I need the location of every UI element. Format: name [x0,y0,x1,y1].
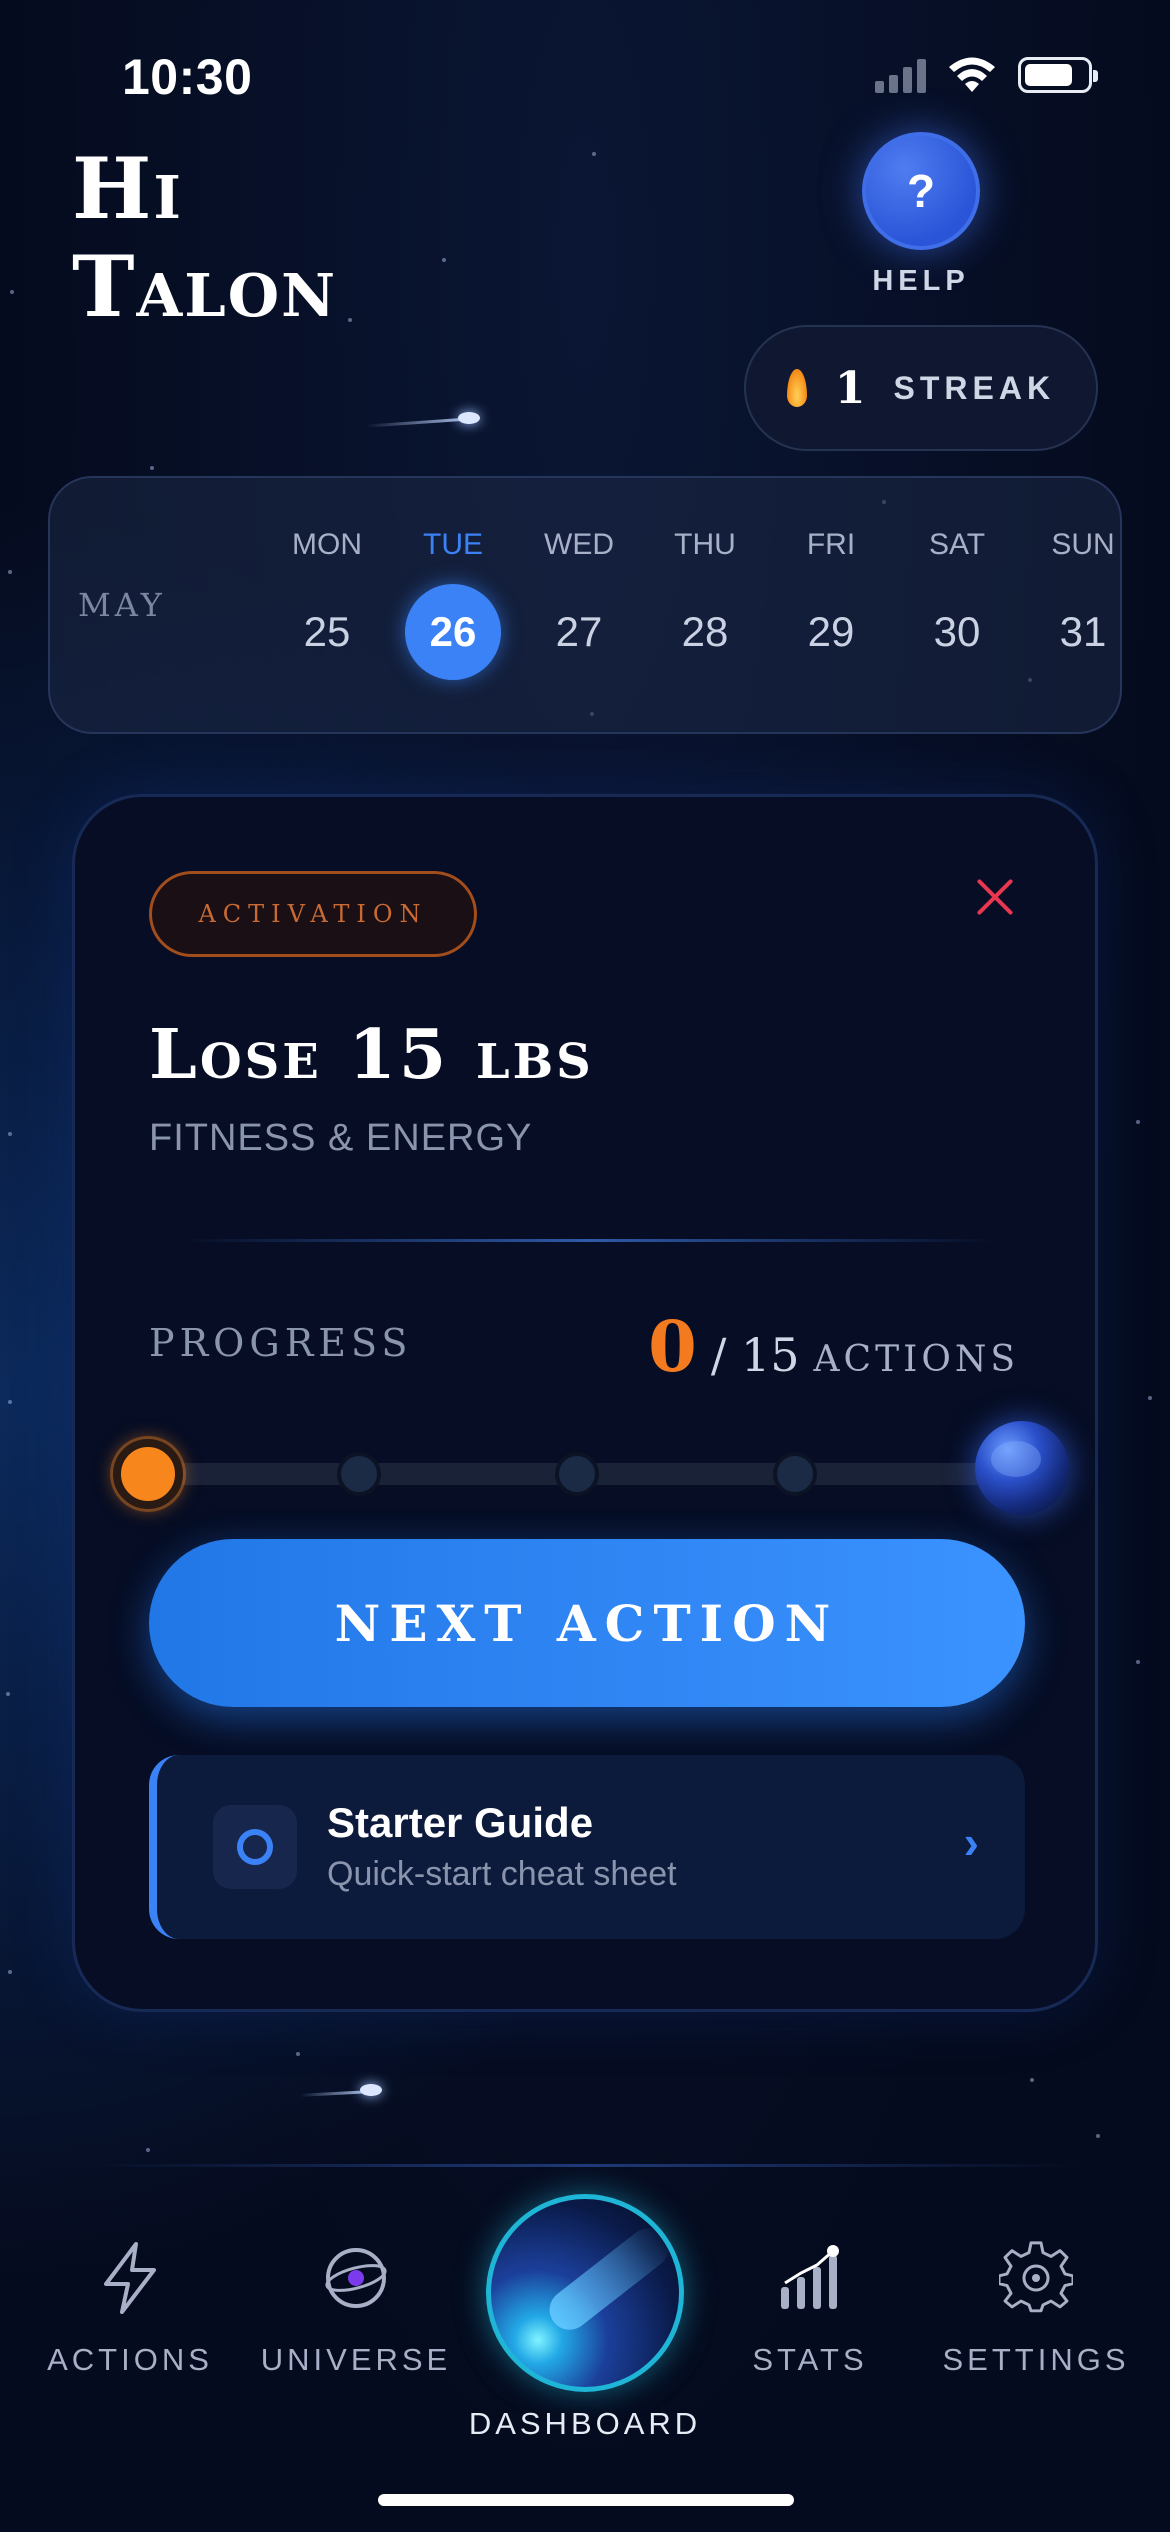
tab-label: ACTIONS [47,2342,213,2377]
starter-guide-card[interactable]: Starter Guide Quick-start cheat sheet › [149,1755,1025,1939]
goal-category: FITNESS & ENERGY [149,1117,533,1159]
help-label: HELP [872,265,970,297]
streak-count: 1 [834,362,866,414]
home-indicator[interactable] [378,2494,794,2506]
tab-universe[interactable]: UNIVERSE [246,2238,466,2378]
day-number: 31 [1059,608,1107,655]
day-number: 27 [555,608,603,655]
day-of-week: SAT [928,528,986,561]
tab-label: SETTINGS [942,2342,1130,2377]
day-of-week: TUE [423,528,483,561]
progress-node-current [113,1439,183,1509]
week-calendar: MAY MON 25 TUE 26 WED 27 THU 28 FRI 29 S… [48,476,1122,734]
goal-title: Lose 15 lbs [149,1015,594,1095]
status-icons [875,56,1098,94]
progress-node [337,1452,381,1496]
tab-label: DASHBOARD [468,2406,702,2441]
calendar-day[interactable]: FRI 29 [776,528,886,680]
day-of-week: WED [544,528,614,561]
day-number: 29 [807,608,855,655]
tab-label: STATS [752,2342,868,2377]
tab-label: UNIVERSE [260,2342,452,2377]
chevron-right-icon: › [963,1816,979,1868]
status-time: 10:30 [122,49,253,105]
calendar-day-selected[interactable]: TUE 26 [398,528,508,680]
day-number: 26 [405,584,501,680]
goal-card: ACTIVATION Lose 15 lbs FITNESS & ENERGY … [72,794,1098,2012]
streak-label: STREAK [893,369,1056,406]
flame-icon [786,369,807,407]
chart-icon [700,2238,920,2318]
divider [179,1239,999,1242]
progress-label: PROGRESS [149,1321,413,1365]
planet-icon [975,1421,1069,1515]
greeting-line-1: Hi [72,139,183,238]
calendar-day[interactable]: SAT 30 [902,528,1012,680]
guide-title: Starter Guide [327,1799,594,1846]
calendar-day[interactable]: SUN 31 [1028,528,1138,680]
guide-subtitle: Quick-start cheat sheet [327,1855,677,1893]
progress-node [773,1452,817,1496]
planet-icon [246,2238,466,2318]
tab-settings[interactable]: SETTINGS [926,2238,1146,2378]
calendar-day[interactable]: WED 27 [524,528,634,680]
day-of-week: SUN [1051,528,1115,561]
day-of-week: FRI [806,528,856,561]
next-action-button[interactable]: NEXT ACTION [149,1539,1025,1707]
calendar-day[interactable]: MON 25 [272,528,382,680]
progress-total: / 15 [710,1328,800,1382]
tab-bar-separator [90,2164,1080,2167]
lightning-icon [20,2238,240,2318]
day-of-week: MON [292,528,362,561]
day-of-week: THU [674,528,736,561]
progress-count: 0 / 15 ACTIONS [648,1305,1019,1388]
calendar-day[interactable]: THU 28 [650,528,760,680]
streak-pill[interactable]: 1 STREAK [744,325,1098,451]
day-number: 28 [681,608,729,655]
day-number: 30 [933,608,981,655]
tab-actions[interactable]: ACTIONS [20,2238,240,2378]
progress-done: 0 [648,1305,697,1388]
wifi-icon [949,57,995,92]
dashboard-button[interactable] [486,2194,684,2392]
greeting-line-2: Talon [72,237,338,336]
signal-icon [875,57,926,93]
comet-icon [541,2220,677,2338]
greeting: Hi Talon [72,140,337,336]
activation-badge: ACTIVATION [149,871,477,957]
day-number: 25 [303,608,351,655]
tab-stats[interactable]: STATS [700,2238,920,2378]
progress-unit: ACTIONS [813,1339,1019,1380]
guide-ring-icon [213,1805,297,1889]
close-icon[interactable] [965,867,1025,927]
help-button[interactable]: ? [862,132,980,250]
help-icon: ? [906,165,936,217]
gear-icon [926,2238,1146,2318]
battery-icon [1018,57,1098,93]
progress-node [555,1452,599,1496]
calendar-month: MAY [78,586,166,624]
